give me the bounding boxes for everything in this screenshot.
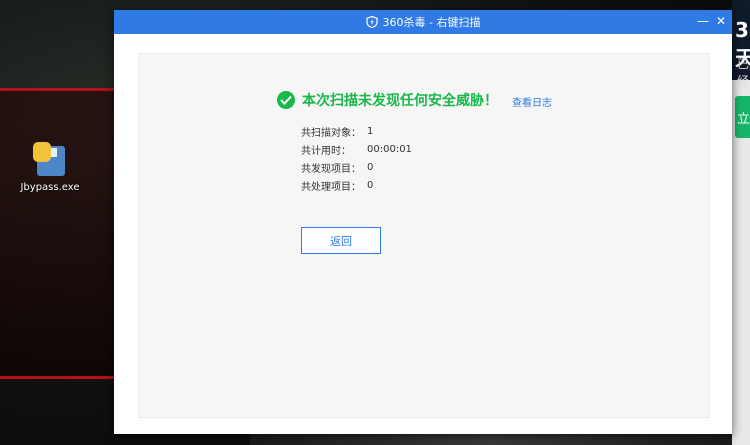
stat-row-duration: 共计用时： 00:00:01 xyxy=(301,140,412,158)
desktop-icon-label: Jbypass.exe xyxy=(20,182,80,193)
stat-label: 共扫描对象： xyxy=(301,127,361,139)
scan-result-window: 360杀毒 - 右键扫描 — ✕ 本次扫描未发现任何安全威胁！ 查看日志 共扫描… xyxy=(114,10,732,434)
stat-label: 共计用时： xyxy=(301,145,351,157)
stat-row-found: 共发现项目： 0 xyxy=(301,158,412,176)
desktop-icon-jbypass[interactable]: Jbypass.exe xyxy=(18,142,82,193)
stat-value: 0 xyxy=(367,179,374,191)
close-button[interactable]: ✕ xyxy=(714,14,728,28)
background-window-button[interactable]: 立 xyxy=(735,96,750,138)
stat-label: 共处理项目： xyxy=(301,181,361,193)
result-header: 本次扫描未发现任何安全威胁！ 查看日志 xyxy=(277,90,552,110)
stat-value: 00:00:01 xyxy=(367,143,412,155)
stat-value: 0 xyxy=(367,161,374,173)
shield-icon xyxy=(365,15,378,29)
stat-value: 1 xyxy=(367,125,374,137)
result-headline: 本次扫描未发现任何安全威胁！ xyxy=(302,93,498,109)
minimize-button[interactable]: — xyxy=(696,14,710,28)
window-title: 360杀毒 - 右键扫描 xyxy=(382,16,481,29)
result-panel: 本次扫描未发现任何安全威胁！ 查看日志 共扫描对象： 1 共计用时： 00:00… xyxy=(138,53,710,418)
back-button[interactable]: 返回 xyxy=(301,227,381,254)
scan-stats: 共扫描对象： 1 共计用时： 00:00:01 共发现项目： 0 共处理项目： … xyxy=(301,122,412,194)
wallpaper-red-band xyxy=(0,88,120,379)
stat-row-handled: 共处理项目： 0 xyxy=(301,176,412,194)
stat-row-scanned: 共扫描对象： 1 xyxy=(301,122,412,140)
python-file-icon xyxy=(33,142,67,178)
window-titlebar[interactable]: 360杀毒 - 右键扫描 — ✕ xyxy=(114,10,732,34)
view-log-link[interactable]: 查看日志 xyxy=(512,94,552,109)
check-circle-icon xyxy=(277,91,295,109)
background-window-text: 已经 xyxy=(737,57,750,88)
stat-label: 共发现项目： xyxy=(301,163,361,175)
background-window-button-label: 立 xyxy=(737,112,750,127)
